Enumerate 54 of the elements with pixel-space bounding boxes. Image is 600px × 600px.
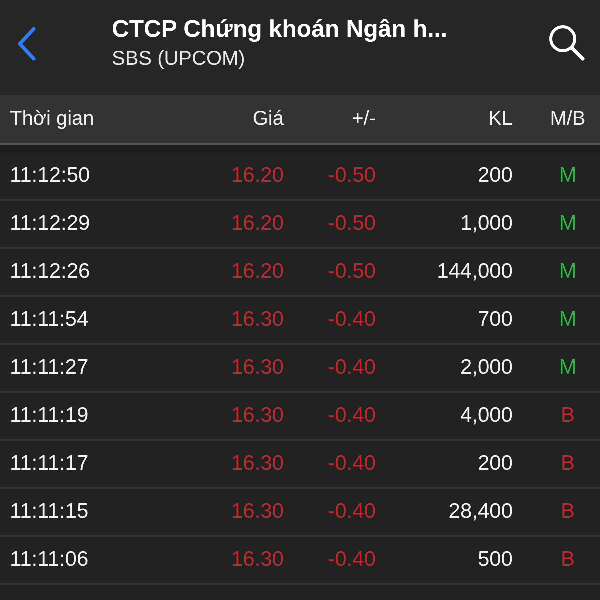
price-cell: 16.30 bbox=[231, 452, 284, 476]
stock-subtitle: SBS (UPCOM) bbox=[112, 48, 246, 71]
time-cell-text: 11:11:17 bbox=[10, 452, 90, 476]
change-cell: -0.40 bbox=[328, 548, 376, 572]
column-header: Thời gian bbox=[10, 108, 96, 130]
side-cell: M bbox=[559, 164, 577, 188]
time-cell-text: 11:11:54 bbox=[10, 308, 90, 332]
side-cell: M bbox=[559, 308, 577, 332]
stock-title: CTCP Chứng khoán Ngân h... bbox=[112, 16, 449, 44]
side-cell: B bbox=[560, 404, 575, 428]
time-cell-text: 11:11:06 bbox=[10, 548, 90, 572]
column-header: M/B bbox=[550, 108, 586, 130]
price-cell: 16.30 bbox=[231, 356, 284, 380]
side-cell: B bbox=[560, 500, 575, 524]
volume-cell: 144,000 bbox=[437, 260, 513, 284]
side-cell: M bbox=[559, 356, 577, 380]
side-cell: M bbox=[559, 212, 577, 236]
column-header: KL bbox=[488, 108, 513, 130]
volume-cell: 28,400 bbox=[448, 500, 513, 524]
price-cell: 16.20 bbox=[231, 260, 284, 284]
volume-cell: 4,000 bbox=[460, 404, 513, 428]
volume-cell: 500 bbox=[478, 548, 513, 572]
change-cell: -0.40 bbox=[328, 308, 376, 332]
change-cell: -0.40 bbox=[328, 500, 376, 524]
column-header: +/- bbox=[352, 108, 376, 130]
side-cell: B bbox=[560, 548, 575, 572]
search-icon[interactable] bbox=[548, 24, 586, 62]
change-cell: -0.40 bbox=[328, 356, 376, 380]
time-cell-text: 11:12:26 bbox=[10, 260, 92, 284]
price-cell: 16.20 bbox=[231, 212, 284, 236]
volume-cell: 200 bbox=[478, 452, 513, 476]
time-cell-text: 11:12:50 bbox=[10, 164, 92, 188]
side-cell: M bbox=[559, 260, 577, 284]
change-cell: -0.40 bbox=[328, 404, 376, 428]
change-cell: -0.50 bbox=[328, 260, 376, 284]
time-cell-text: 11:11:15 bbox=[10, 500, 90, 524]
volume-cell: 1,000 bbox=[460, 212, 513, 236]
volume-cell: 200 bbox=[478, 164, 513, 188]
volume-cell: 700 bbox=[478, 308, 513, 332]
price-cell: 16.30 bbox=[231, 308, 284, 332]
change-cell: -0.50 bbox=[328, 212, 376, 236]
time-cell-text: 11:11:19 bbox=[10, 404, 90, 428]
back-icon[interactable] bbox=[16, 26, 38, 62]
change-cell: -0.40 bbox=[328, 452, 376, 476]
price-cell: 16.30 bbox=[231, 404, 284, 428]
price-cell: 16.20 bbox=[231, 164, 284, 188]
time-cell-text: 11:11:27 bbox=[10, 356, 90, 380]
price-cell: 16.30 bbox=[231, 548, 284, 572]
volume-cell: 2,000 bbox=[460, 356, 513, 380]
change-cell: -0.50 bbox=[328, 164, 376, 188]
time-cell-text: 11:12:29 bbox=[10, 212, 92, 236]
price-cell: 16.30 bbox=[231, 500, 284, 524]
column-header: Giá bbox=[252, 108, 284, 130]
side-cell: B bbox=[560, 452, 575, 476]
